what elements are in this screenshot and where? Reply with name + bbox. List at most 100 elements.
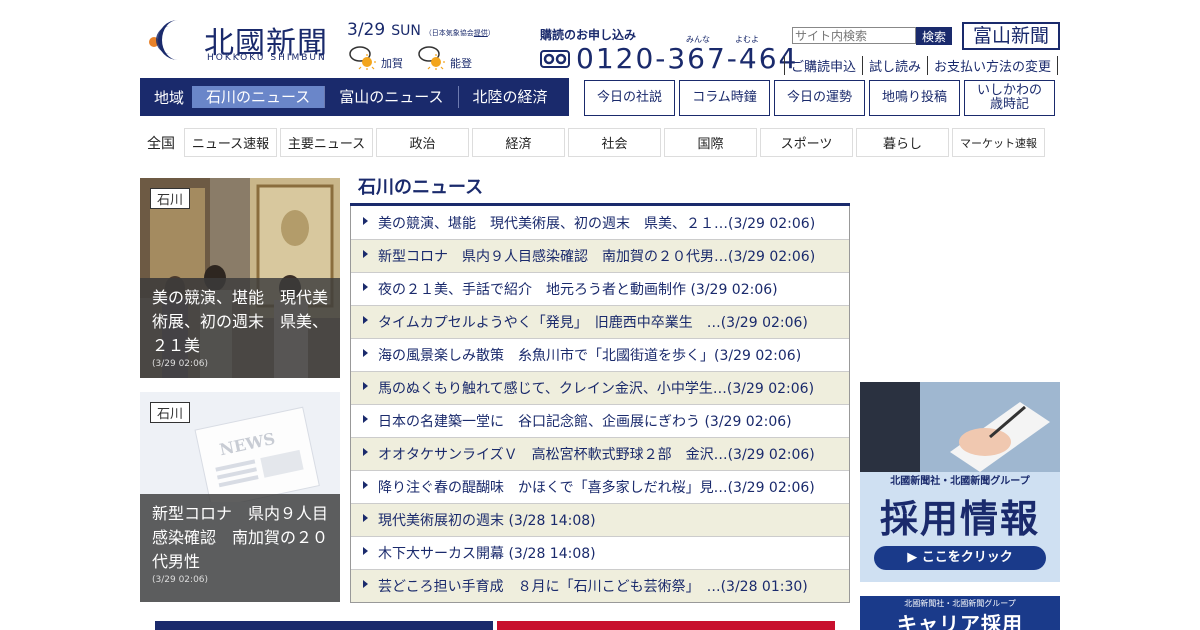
banner-photo: [860, 382, 1060, 472]
arrow-right-icon: [363, 382, 368, 390]
weather-source: （日本気象協会提供）: [424, 29, 495, 37]
feature-time: (3/29 02:06): [152, 359, 209, 369]
tab-top-news[interactable]: 主要ニュース: [280, 128, 373, 157]
tab-international[interactable]: 国際: [664, 128, 757, 157]
arrow-right-icon: [363, 283, 368, 291]
toyama-shimbun-button[interactable]: 富山新聞: [962, 22, 1060, 50]
button-ishikawa-saijiki[interactable]: いしかわの 歳時記: [964, 80, 1055, 116]
phone-number: 0120-367-464: [576, 42, 799, 75]
search-input[interactable]: [792, 27, 916, 44]
tab-breaking-news[interactable]: ニュース速報: [184, 128, 277, 157]
subscription-title: 購読のお申し込み: [540, 28, 637, 42]
arrow-right-icon: [363, 547, 368, 555]
tab-lifestyle[interactable]: 暮らし: [856, 128, 949, 157]
link-payment-change[interactable]: お支払い方法の変更: [927, 56, 1059, 75]
bottom-banner-left[interactable]: [155, 621, 493, 630]
feature-time: (3/29 02:06): [152, 575, 209, 585]
news-list: 美の競演、堪能 現代美術展、初の週末 県美、２１…(3/29 02:06) 新型…: [350, 206, 850, 603]
tab-sports[interactable]: スポーツ: [760, 128, 853, 157]
tab-toyama-news[interactable]: 富山のニュース: [325, 86, 459, 108]
list-item[interactable]: 新型コロナ 県内９人目感染確認 南加賀の２０代男…(3/29 02:06): [351, 239, 849, 272]
list-item[interactable]: 降り注ぐ春の醍醐味 かほくで「喜多家しだれ桜」見…(3/29 02:06): [351, 470, 849, 503]
feature-title: 新型コロナ 県内９人目感染確認 南加賀の２０代男性: [152, 504, 329, 571]
button-jisho-column[interactable]: コラム時鐘: [679, 80, 770, 116]
list-item[interactable]: 木下大サーカス開幕 (3/28 14:08): [351, 536, 849, 569]
button-reader-posts[interactable]: 地鳴り投稿: [869, 80, 960, 116]
career-banner[interactable]: 北國新聞社・北國新聞グループ キャリア採用: [860, 596, 1060, 630]
news-link[interactable]: タイムカプセルようやく「発見」 旧鹿西中卒業生 …(3/29 02:06): [378, 312, 808, 332]
news-link[interactable]: 木下大サーカス開幕 (3/28 14:08): [378, 543, 596, 563]
list-item[interactable]: 現代美術展初の週末 (3/28 14:08): [351, 503, 849, 536]
recruit-title: 採用情報: [879, 497, 1040, 541]
news-link[interactable]: オオタケサンライズＶ 高松宮杯軟式野球２部 金沢…(3/29 02:06): [378, 444, 815, 464]
button-editorial[interactable]: 今日の社説: [584, 80, 675, 116]
arrow-right-icon: [363, 216, 368, 225]
tab-hokuriku-economy[interactable]: 北陸の経済: [459, 86, 562, 108]
cloud-sun-icon: [418, 46, 445, 70]
list-item[interactable]: 馬のぬくもり触れて感じて、クレイン金沢、小中学生…(3/29 02:06): [351, 371, 849, 404]
news-link[interactable]: 美の競演、堪能 現代美術展、初の週末 県美、２１…(3/29 02:06): [378, 213, 815, 233]
feature-caption: 美の競演、堪能 現代美術展、初の週末 県美、２１美 (3/29 02:06): [140, 278, 340, 378]
news-link[interactable]: 馬のぬくもり触れて感じて、クレイン金沢、小中学生…(3/29 02:06): [378, 378, 814, 398]
news-list-heading: 石川のニュース: [358, 177, 484, 198]
cloud-sun-icon: [349, 46, 376, 70]
feature-title: 美の競演、堪能 現代美術展、初の週末 県美、２１美: [152, 288, 329, 355]
news-link[interactable]: 現代美術展初の週末 (3/28 14:08): [378, 510, 596, 530]
career-title: キャリア採用: [897, 612, 1023, 630]
link-subscribe[interactable]: ご購読申込: [784, 56, 862, 75]
feature-card[interactable]: NEWS 石川 新型コロナ 県内９人目感染確認 南加賀の２０代男性 (3/29 …: [140, 392, 340, 602]
tab-market-news[interactable]: マーケット速報: [952, 128, 1045, 157]
weather-noto[interactable]: 能登: [416, 43, 472, 71]
news-link[interactable]: 新型コロナ 県内９人目感染確認 南加賀の２０代男…(3/29 02:06): [378, 246, 815, 266]
date-md: 3/29: [347, 20, 386, 40]
news-link[interactable]: 日本の名建築一堂に 谷口記念館、企画展にぎわう (3/29 02:06): [378, 411, 792, 431]
region-tag: 石川: [150, 402, 191, 423]
recruit-group: 北國新聞社・北國新聞グループ: [890, 476, 1030, 487]
feature-caption: 新型コロナ 県内９人目感染確認 南加賀の２０代男性 (3/29 02:06): [140, 494, 340, 602]
arrow-right-icon: [363, 250, 368, 258]
region-tag: 石川: [150, 188, 191, 209]
arrow-right-icon: [363, 481, 368, 489]
button-horoscope[interactable]: 今日の運勢: [774, 80, 865, 116]
subscription-phone[interactable]: 0120-367-464: [540, 42, 798, 75]
site-logo[interactable]: 北國新聞 HOKKOKU SHIMBUN: [140, 16, 340, 66]
list-item[interactable]: 美の競演、堪能 現代美術展、初の週末 県美、２１…(3/29 02:06): [351, 206, 849, 239]
date-display: 3/29 SUN （日本気象協会提供）: [347, 20, 495, 40]
arrow-right-icon: [363, 514, 368, 522]
weather-area-label: 能登: [450, 57, 472, 70]
weather-kaga[interactable]: 加賀: [347, 43, 403, 71]
news-link[interactable]: 降り注ぐ春の醍醐味 かほくで「喜多家しだれ桜」見…(3/29 02:06): [378, 477, 815, 497]
brand-subtitle: HOKKOKU SHIMBUN: [207, 53, 327, 63]
news-link[interactable]: 海の風景楽しみ散策 糸魚川市で「北國街道を歩く」(3/29 02:06): [378, 345, 801, 365]
news-link[interactable]: 芸どころ担い手育成 ８月に「石川こども芸術祭」 …(3/28 01:30): [378, 576, 808, 596]
region-nav: 地域 石川のニュース 富山のニュース 北陸の経済: [140, 78, 569, 116]
bottom-banner-right[interactable]: [497, 621, 835, 630]
category-nav-label: 全国: [147, 136, 175, 152]
tab-economy[interactable]: 経済: [472, 128, 565, 157]
weather-source-link[interactable]: 提供: [474, 29, 488, 37]
list-item[interactable]: 芸どころ担い手育成 ８月に「石川こども芸術祭」 …(3/28 01:30): [351, 569, 849, 602]
news-link[interactable]: 夜の２１美、手話で紹介 地元ろう者と動画制作 (3/29 02:06): [378, 279, 778, 299]
weather-area-label: 加賀: [381, 57, 403, 70]
list-item[interactable]: 海の風景楽しみ散策 糸魚川市で「北國街道を歩く」(3/29 02:06): [351, 338, 849, 371]
arrow-right-icon: [363, 349, 368, 357]
list-item[interactable]: オオタケサンライズＶ 高松宮杯軟式野球２部 金沢…(3/29 02:06): [351, 437, 849, 470]
arrow-right-icon: [363, 316, 368, 324]
tab-society[interactable]: 社会: [568, 128, 661, 157]
list-item[interactable]: 夜の２１美、手話で紹介 地元ろう者と動画制作 (3/29 02:06): [351, 272, 849, 305]
recruit-banner[interactable]: 北國新聞社・北國新聞グループ 採用情報 ▶ ここをクリック: [860, 382, 1060, 582]
column-buttons: 今日の社説 コラム時鐘 今日の運勢 地鳴り投稿 いしかわの 歳時記: [584, 80, 1055, 116]
tab-ishikawa-news[interactable]: 石川のニュース: [192, 86, 326, 108]
feature-card[interactable]: 石川 美の競演、堪能 現代美術展、初の週末 県美、２１美 (3/29 02:06…: [140, 178, 340, 378]
arrow-right-icon: [363, 448, 368, 456]
arrow-right-icon: [363, 415, 368, 423]
list-item[interactable]: タイムカプセルようやく「発見」 旧鹿西中卒業生 …(3/29 02:06): [351, 305, 849, 338]
recruit-cta-button[interactable]: ▶ ここをクリック: [874, 546, 1046, 570]
date-dow: SUN: [391, 23, 421, 39]
region-nav-label: 地域: [154, 88, 185, 107]
tab-politics[interactable]: 政治: [376, 128, 469, 157]
list-item[interactable]: 日本の名建築一堂に 谷口記念館、企画展にぎわう (3/29 02:06): [351, 404, 849, 437]
freedial-icon: [540, 49, 570, 68]
link-trial[interactable]: 試し読み: [862, 56, 927, 75]
search-button[interactable]: 検索: [916, 27, 953, 45]
